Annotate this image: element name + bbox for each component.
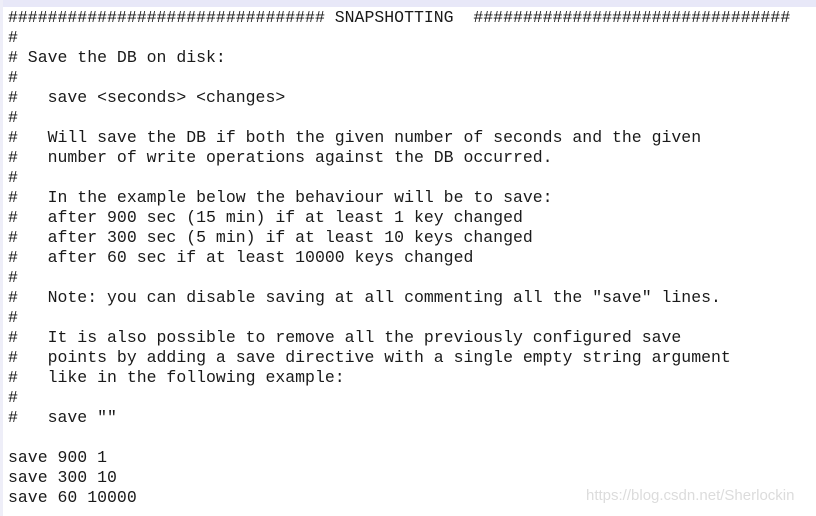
code-line[interactable]: # number of write operations against the… — [8, 148, 790, 168]
code-line[interactable]: # after 60 sec if at least 10000 keys ch… — [8, 248, 790, 268]
code-line[interactable]: # — [8, 168, 790, 188]
code-line[interactable]: # — [8, 388, 790, 408]
code-line[interactable]: # points by adding a save directive with… — [8, 348, 790, 368]
code-line[interactable]: # after 300 sec (5 min) if at least 10 k… — [8, 228, 790, 248]
editor-gutter — [0, 0, 3, 516]
code-line[interactable]: # after 900 sec (15 min) if at least 1 k… — [8, 208, 790, 228]
code-line[interactable]: # — [8, 308, 790, 328]
code-line[interactable]: # — [8, 28, 790, 48]
code-line[interactable] — [8, 428, 790, 448]
code-line[interactable]: # save "" — [8, 408, 790, 428]
code-line[interactable]: ################################ SNAPSHO… — [8, 8, 790, 28]
code-line[interactable]: save 900 1 — [8, 448, 790, 468]
code-line[interactable]: # Note: you can disable saving at all co… — [8, 288, 790, 308]
code-line[interactable]: # like in the following example: — [8, 368, 790, 388]
code-line[interactable]: # It is also possible to remove all the … — [8, 328, 790, 348]
code-line[interactable]: # — [8, 108, 790, 128]
text-editor[interactable]: ################################ SNAPSHO… — [8, 8, 790, 508]
watermark: https://blog.csdn.net/Sherlockin — [586, 487, 795, 504]
code-line[interactable]: # In the example below the behaviour wil… — [8, 188, 790, 208]
code-line[interactable]: # Will save the DB if both the given num… — [8, 128, 790, 148]
code-line[interactable]: # — [8, 268, 790, 288]
current-line-highlight — [0, 0, 816, 7]
code-line[interactable]: # Save the DB on disk: — [8, 48, 790, 68]
code-line[interactable]: # — [8, 68, 790, 88]
code-line[interactable]: save 300 10 — [8, 468, 790, 488]
code-line[interactable]: # save <seconds> <changes> — [8, 88, 790, 108]
